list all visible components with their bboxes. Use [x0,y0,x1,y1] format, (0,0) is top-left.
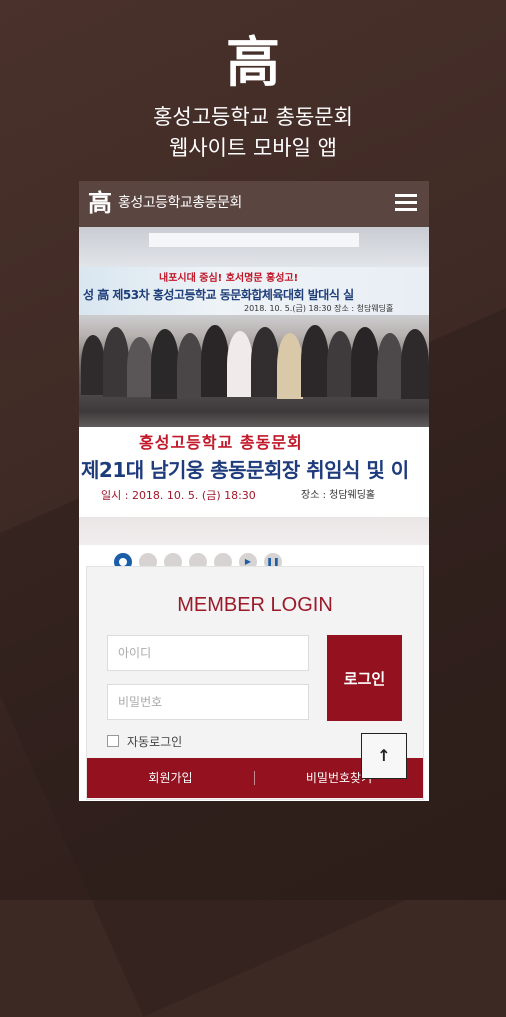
top-banner-title: 성 高 제53차 홍성고등학교 동문화합체육대회 발대식 실 [83,288,354,302]
arrow-up-icon: ↑ [377,746,391,765]
app-logo[interactable]: 高 [88,188,112,218]
intro-text: 홍성고등학교 총동문회 웹사이트 모바일 앱 [0,102,506,164]
password-input[interactable] [107,684,309,720]
auto-login-option[interactable]: 자동로그인 [107,732,182,750]
app-header: 高 홍성고등학교총동문회 [79,181,429,227]
intro-line-1: 홍성고등학교 총동문회 [153,105,353,129]
id-input[interactable] [107,635,309,671]
banner-place: 장소 : 청담웨딩홀 [301,490,376,501]
top-banner-slogan: 내포시대 중심! 호서명문 홍성고! [159,273,299,284]
ceiling-light [149,233,359,247]
top-banner-sub: 2018. 10. 5.(금) 18:30 장소 : 청담웨딩홀 [244,304,394,313]
app-screenshot: 高 홍성고등학교총동문회 내포시대 중심! 호서명문 홍성고! 성 高 제53차… [79,181,429,801]
slide-photo[interactable]: 내포시대 중심! 호서명문 홍성고! 성 高 제53차 홍성고등학교 동문화합체… [79,227,429,571]
school-logo: 高 [226,30,280,94]
login-title: MEMBER LOGIN [177,594,333,616]
scroll-top-button[interactable]: ↑ [361,733,407,779]
auto-login-checkbox[interactable] [107,735,119,747]
main-banner: 홍성고등학교 총동문회 제21대 남기웅 총동문회장 취임식 및 이 일시 : … [79,427,429,517]
banner-line-2: 제21대 남기웅 총동문회장 취임식 및 이 [81,458,409,482]
signup-link[interactable]: 회원가입 [87,758,254,798]
login-button[interactable]: 로그인 [327,635,402,721]
intro-line-2: 웹사이트 모바일 앱 [169,136,337,160]
hamburger-icon[interactable] [395,194,417,212]
banner-date: 일시 : 2018. 10. 5. (금) 18:30 [101,489,256,502]
banner-line-1: 홍성고등학교 총동문회 [139,433,303,452]
app-title[interactable]: 홍성고등학교총동문회 [118,194,242,212]
auto-login-label: 자동로그인 [127,734,183,749]
